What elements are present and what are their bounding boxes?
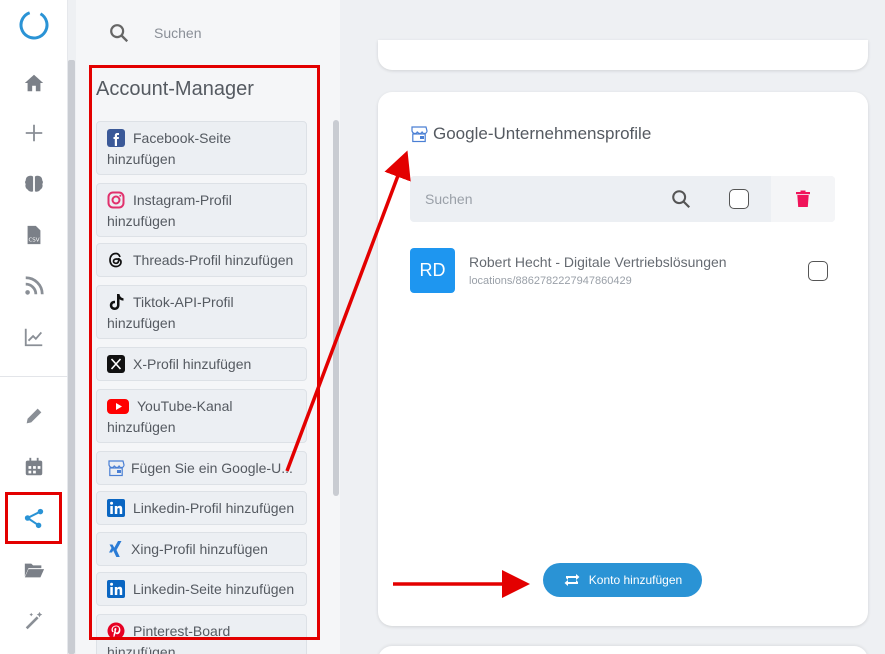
analytics-nav[interactable] (0, 317, 68, 357)
folder-open-icon (24, 563, 45, 578)
annotation-highlight-account-manager (89, 65, 320, 640)
pencil-icon (26, 408, 42, 424)
profile-list-item[interactable]: RD Robert Hecht - Digitale Vertriebslösu… (410, 248, 835, 294)
previous-card (378, 40, 868, 70)
app-logo-icon[interactable] (18, 8, 50, 40)
profiles-search-input[interactable]: Suchen (425, 191, 472, 207)
select-all-checkbox[interactable] (729, 189, 749, 209)
calendar-icon (25, 457, 43, 476)
chart-line-icon (24, 328, 43, 347)
search-input[interactable]: Suchen (154, 25, 201, 41)
rail-divider (0, 376, 68, 377)
sync-arrows-icon (564, 574, 580, 586)
section-title: Google-Unternehmensprofile (410, 124, 651, 144)
trash-icon (796, 190, 810, 207)
avatar: RD (410, 248, 455, 293)
profile-name: Robert Hecht - Digitale Vertriebslösunge… (469, 254, 727, 270)
magic-nav[interactable] (0, 601, 68, 641)
section-title-text: Google-Unternehmensprofile (433, 124, 652, 143)
add-nav[interactable] (0, 113, 68, 153)
calendar-nav[interactable] (0, 447, 68, 487)
csv-file-icon: CSV (27, 225, 41, 245)
rail-scrollbar[interactable] (68, 60, 75, 654)
profile-checkbox[interactable] (808, 261, 828, 281)
svg-text:CSV: CSV (28, 237, 39, 243)
compose-nav[interactable] (0, 396, 68, 436)
csv-nav[interactable]: CSV (0, 215, 68, 255)
google-business-icon (411, 126, 428, 143)
search-icon[interactable] (670, 188, 692, 210)
search-icon[interactable] (108, 22, 130, 44)
delete-button[interactable] (771, 176, 835, 222)
profiles-toolbar: Suchen (410, 176, 835, 222)
share-nodes-icon (24, 508, 43, 529)
folder-nav[interactable] (0, 550, 68, 590)
google-profiles-card (378, 92, 868, 626)
rss-icon (25, 276, 44, 295)
profile-location-id: locations/8862782227947860429 (469, 275, 632, 287)
share-nav[interactable] (5, 492, 62, 544)
add-account-label: Konto hinzufügen (588, 573, 683, 587)
account-list-scrollbar[interactable] (333, 120, 339, 496)
brain-nav[interactable] (0, 164, 68, 204)
add-account-button[interactable]: Konto hinzufügen (543, 563, 702, 597)
home-nav[interactable] (0, 63, 68, 103)
home-icon (24, 74, 44, 92)
brain-icon (25, 175, 43, 192)
next-card (378, 646, 868, 654)
magic-wand-icon (25, 611, 43, 630)
rss-nav[interactable] (0, 266, 68, 306)
global-search[interactable]: Suchen (76, 0, 340, 66)
plus-icon (25, 124, 43, 142)
icon-rail: CSV (0, 0, 68, 654)
